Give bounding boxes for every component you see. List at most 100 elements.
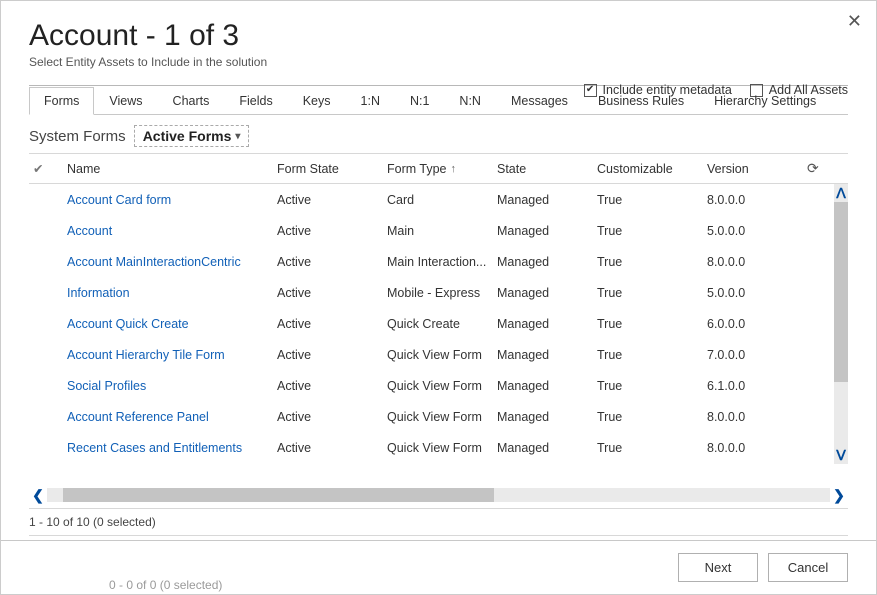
tab-views[interactable]: Views xyxy=(94,87,157,115)
row-state: Managed xyxy=(493,379,593,393)
table-row[interactable]: Account Hierarchy Tile FormActiveQuick V… xyxy=(29,339,834,370)
tab-business-rules[interactable]: Business Rules xyxy=(583,87,699,115)
row-name-link[interactable]: Social Profiles xyxy=(63,379,273,393)
row-state: Managed xyxy=(493,410,593,424)
selection-status: 1 - 10 of 10 (0 selected) xyxy=(29,508,848,536)
row-form-type: Main Interaction... xyxy=(383,255,493,269)
row-form-state: Active xyxy=(273,317,383,331)
row-form-state: Active xyxy=(273,255,383,269)
row-state: Managed xyxy=(493,317,593,331)
row-form-state: Active xyxy=(273,286,383,300)
refresh-icon[interactable]: ⟳ xyxy=(803,160,833,177)
row-name-link[interactable]: Account MainInteractionCentric xyxy=(63,255,273,269)
row-version: 5.0.0.0 xyxy=(703,224,803,238)
col-name[interactable]: Name xyxy=(63,162,273,176)
tab-bar: FormsViewsChartsFieldsKeys1:NN:1N:NMessa… xyxy=(29,86,848,115)
row-name-link[interactable]: Recent Cases and Entitlements xyxy=(63,441,273,455)
tab-fields[interactable]: Fields xyxy=(224,87,287,115)
row-form-state: Active xyxy=(273,193,383,207)
tab-forms[interactable]: Forms xyxy=(29,87,94,115)
close-icon[interactable]: ✕ xyxy=(847,11,862,32)
row-customizable: True xyxy=(593,193,703,207)
row-version: 6.1.0.0 xyxy=(703,379,803,393)
grid-body: ᐱ ᐯ Account Card formActiveCardManagedTr… xyxy=(29,184,848,464)
scroll-right-icon[interactable]: ❯ xyxy=(830,487,848,504)
table-row[interactable]: Social ProfilesActiveQuick View FormMana… xyxy=(29,370,834,401)
row-version: 7.0.0.0 xyxy=(703,348,803,362)
row-customizable: True xyxy=(593,317,703,331)
col-customizable[interactable]: Customizable xyxy=(593,162,703,176)
tab-messages[interactable]: Messages xyxy=(496,87,583,115)
table-row[interactable]: Account MainInteractionCentricActiveMain… xyxy=(29,246,834,277)
row-version: 8.0.0.0 xyxy=(703,255,803,269)
tab-1-n[interactable]: 1:N xyxy=(346,87,395,115)
row-state: Managed xyxy=(493,255,593,269)
row-form-type: Main xyxy=(383,224,493,238)
row-form-type: Quick View Form xyxy=(383,441,493,455)
page-subtitle: Select Entity Assets to Include in the s… xyxy=(29,55,848,69)
row-form-type: Card xyxy=(383,193,493,207)
col-form-state[interactable]: Form State xyxy=(273,162,383,176)
table-row[interactable]: Recent Cases and EntitlementsActiveQuick… xyxy=(29,432,834,463)
grid-subheader: System Forms Active Forms ▾ xyxy=(29,125,848,147)
select-all-checkbox[interactable]: ✔ xyxy=(29,161,63,176)
forms-grid: ✔ Name Form State Form Type ↑ State Cust… xyxy=(29,153,848,486)
table-row[interactable]: Account Quick CreateActiveQuick CreateMa… xyxy=(29,308,834,339)
row-state: Managed xyxy=(493,193,593,207)
scroll-up-icon[interactable]: ᐱ xyxy=(834,184,848,202)
tab-n-1[interactable]: N:1 xyxy=(395,87,444,115)
tab-charts[interactable]: Charts xyxy=(158,87,225,115)
scroll-left-icon[interactable]: ❮ xyxy=(29,487,47,504)
row-version: 6.0.0.0 xyxy=(703,317,803,331)
table-row[interactable]: AccountActiveMainManagedTrue5.0.0.0 xyxy=(29,215,834,246)
solution-entity-dialog: ✕ Account - 1 of 3 Select Entity Assets … xyxy=(0,0,877,595)
row-form-state: Active xyxy=(273,348,383,362)
row-customizable: True xyxy=(593,348,703,362)
row-customizable: True xyxy=(593,286,703,300)
row-name-link[interactable]: Information xyxy=(63,286,273,300)
cancel-button[interactable]: Cancel xyxy=(768,553,848,582)
row-form-state: Active xyxy=(273,441,383,455)
row-form-type: Quick View Form xyxy=(383,348,493,362)
hscroll-track[interactable] xyxy=(47,488,830,502)
sort-asc-icon: ↑ xyxy=(451,163,457,175)
grid-header-row: ✔ Name Form State Form Type ↑ State Cust… xyxy=(29,154,848,184)
tab-n-n[interactable]: N:N xyxy=(444,87,496,115)
row-form-state: Active xyxy=(273,379,383,393)
next-button[interactable]: Next xyxy=(678,553,758,582)
row-state: Managed xyxy=(493,224,593,238)
background-status: 0 - 0 of 0 (0 selected) xyxy=(109,578,222,592)
row-form-type: Quick View Form xyxy=(383,410,493,424)
col-version[interactable]: Version xyxy=(703,162,803,176)
row-name-link[interactable]: Account xyxy=(63,224,273,238)
row-name-link[interactable]: Account Hierarchy Tile Form xyxy=(63,348,273,362)
page-title: Account - 1 of 3 xyxy=(29,19,848,53)
scroll-down-icon[interactable]: ᐯ xyxy=(834,446,848,464)
row-name-link[interactable]: Account Card form xyxy=(63,193,273,207)
scrollbar-thumb[interactable] xyxy=(834,202,848,382)
row-customizable: True xyxy=(593,410,703,424)
row-state: Managed xyxy=(493,441,593,455)
row-name-link[interactable]: Account Quick Create xyxy=(63,317,273,331)
table-row[interactable]: Account Reference PanelActiveQuick View … xyxy=(29,401,834,432)
row-state: Managed xyxy=(493,286,593,300)
dialog-header: Account - 1 of 3 Select Entity Assets to… xyxy=(1,1,876,77)
chevron-down-icon: ▾ xyxy=(235,131,240,142)
tab-keys[interactable]: Keys xyxy=(288,87,346,115)
row-name-link[interactable]: Account Reference Panel xyxy=(63,410,273,424)
tab-hierarchy-settings[interactable]: Hierarchy Settings xyxy=(699,87,831,115)
row-version: 8.0.0.0 xyxy=(703,193,803,207)
row-customizable: True xyxy=(593,255,703,269)
hscroll-thumb[interactable] xyxy=(63,488,494,502)
row-version: 5.0.0.0 xyxy=(703,286,803,300)
row-version: 8.0.0.0 xyxy=(703,410,803,424)
filter-value: Active Forms xyxy=(143,128,232,144)
row-form-state: Active xyxy=(273,410,383,424)
col-form-type[interactable]: Form Type ↑ xyxy=(383,162,493,176)
table-row[interactable]: InformationActiveMobile - ExpressManaged… xyxy=(29,277,834,308)
active-forms-dropdown[interactable]: Active Forms ▾ xyxy=(134,125,250,147)
table-row[interactable]: Account Card formActiveCardManagedTrue8.… xyxy=(29,184,834,215)
row-form-type: Mobile - Express xyxy=(383,286,493,300)
col-state[interactable]: State xyxy=(493,162,593,176)
horizontal-scrollbar: ❮ ❯ xyxy=(29,486,848,504)
